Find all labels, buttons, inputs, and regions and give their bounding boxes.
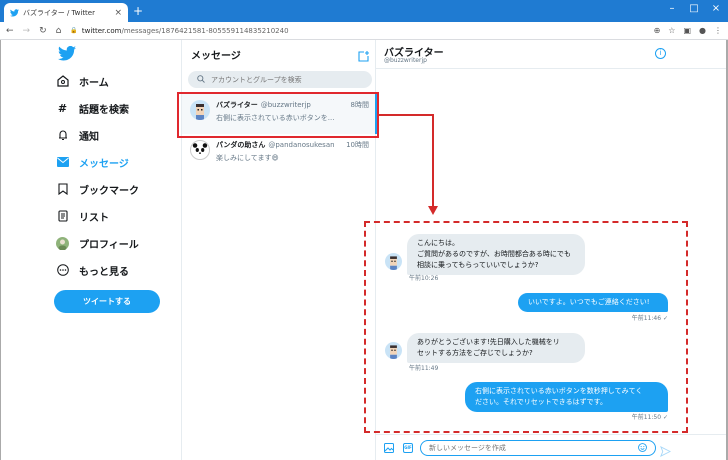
avatar — [190, 140, 210, 160]
sidebar: ホーム # 話題を検索 通知 メッセージ ブックマーク リスト プロフィール も — [52, 40, 180, 460]
highlight-box — [177, 92, 379, 138]
bell-icon — [56, 129, 69, 142]
home-icon — [56, 75, 69, 88]
frame-left — [0, 40, 1, 460]
reload-icon[interactable]: ↻ — [39, 26, 47, 36]
conversation-name: パンダの助さん — [216, 141, 266, 149]
sidebar-item-label: ホーム — [79, 77, 109, 89]
extension-icon[interactable]: ⊕ — [654, 26, 661, 35]
mail-icon — [56, 156, 69, 169]
sidebar-item-explore[interactable]: # 話題を検索 — [56, 100, 129, 116]
conversation-item[interactable]: パンダの助さん @pandanosukesan 10時間 楽しみにしてます😄 — [182, 134, 377, 174]
twitter-favicon-icon — [10, 8, 19, 17]
star-icon[interactable]: ☆ — [668, 26, 675, 35]
url-path: /messages/1876421581-805559114835210240 — [121, 26, 289, 35]
sidebar-item-label: 話題を検索 — [79, 104, 129, 116]
hashtag-icon: # — [57, 101, 68, 115]
annotation-arrow — [379, 114, 433, 116]
url-domain: twitter.com — [81, 26, 122, 35]
profile-icon[interactable]: ● — [699, 26, 706, 35]
list-icon — [56, 210, 69, 223]
info-icon[interactable]: i — [655, 48, 666, 59]
gif-icon[interactable]: GIF — [403, 443, 413, 453]
sidebar-item-label: もっと見る — [79, 266, 129, 278]
emoji-icon[interactable] — [638, 442, 647, 454]
address-bar[interactable]: 🔒 twitter.com/messages/1876421581-805559… — [70, 22, 645, 39]
tweet-button[interactable]: ツイートする — [54, 290, 160, 313]
message-input[interactable] — [429, 444, 638, 452]
sidebar-item-notifications[interactable]: 通知 — [56, 127, 99, 143]
conversation-preview: 楽しみにしてます😄 — [216, 154, 279, 162]
app: バズライター / Twitter × + – □ × ← → ↻ ⌂ 🔒 twi… — [0, 0, 728, 460]
home-browser-icon[interactable]: ⌂ — [56, 26, 62, 36]
lock-icon: 🔒 — [70, 27, 78, 34]
annotation-arrow — [432, 114, 434, 207]
messages-title: メッセージ — [191, 51, 241, 62]
forward-icon[interactable]: → — [23, 26, 31, 36]
tab-close-icon[interactable]: × — [114, 8, 122, 18]
cast-icon[interactable]: ▣ — [683, 26, 691, 35]
divider — [376, 68, 726, 69]
message-composer: GIF — [376, 434, 726, 460]
send-icon[interactable] — [660, 442, 672, 458]
new-message-icon[interactable] — [358, 47, 370, 62]
message-input-box[interactable] — [420, 440, 656, 456]
image-icon[interactable] — [384, 443, 394, 453]
sidebar-item-home[interactable]: ホーム — [56, 73, 109, 89]
sidebar-item-label: ブックマーク — [79, 185, 139, 197]
sidebar-item-label: メッセージ — [79, 158, 129, 170]
menu-icon[interactable]: ⋮ — [714, 26, 722, 35]
twitter-logo-icon[interactable] — [58, 45, 76, 62]
chat-handle: @buzzwriterjp — [384, 57, 427, 64]
sidebar-item-profile[interactable]: プロフィール — [56, 235, 139, 251]
conversation-handle: @pandanosukesan — [268, 141, 335, 149]
browser-tabbar: バズライター / Twitter × + – □ × — [0, 0, 728, 22]
sidebar-item-label: プロフィール — [79, 239, 139, 251]
highlight-dashed-box — [364, 221, 688, 433]
more-icon — [56, 264, 69, 277]
sidebar-item-label: リスト — [79, 212, 109, 224]
bookmark-icon — [56, 183, 69, 196]
avatar-icon — [56, 236, 69, 250]
window-close-icon[interactable]: × — [708, 3, 724, 14]
search-icon — [197, 74, 205, 85]
sidebar-item-more[interactable]: もっと見る — [56, 262, 129, 278]
conversation-time: 10時間 — [346, 141, 369, 149]
sidebar-item-lists[interactable]: リスト — [56, 208, 109, 224]
maximize-icon[interactable]: □ — [686, 3, 702, 14]
sidebar-item-messages[interactable]: メッセージ — [56, 154, 129, 170]
sidebar-item-label: 通知 — [79, 131, 99, 143]
back-icon[interactable]: ← — [6, 26, 14, 36]
browser-toolbar: ← → ↻ ⌂ 🔒 twitter.com/messages/187642158… — [0, 22, 728, 40]
search-box[interactable] — [188, 71, 372, 88]
annotation-arrow-head — [428, 206, 438, 215]
tab-title: バズライター / Twitter — [23, 8, 95, 17]
search-input[interactable] — [211, 75, 361, 84]
sidebar-item-bookmarks[interactable]: ブックマーク — [56, 181, 139, 197]
new-tab-button[interactable]: + — [131, 4, 145, 18]
browser-tab[interactable]: バズライター / Twitter × — [4, 3, 128, 22]
minimize-icon[interactable]: – — [664, 3, 680, 14]
